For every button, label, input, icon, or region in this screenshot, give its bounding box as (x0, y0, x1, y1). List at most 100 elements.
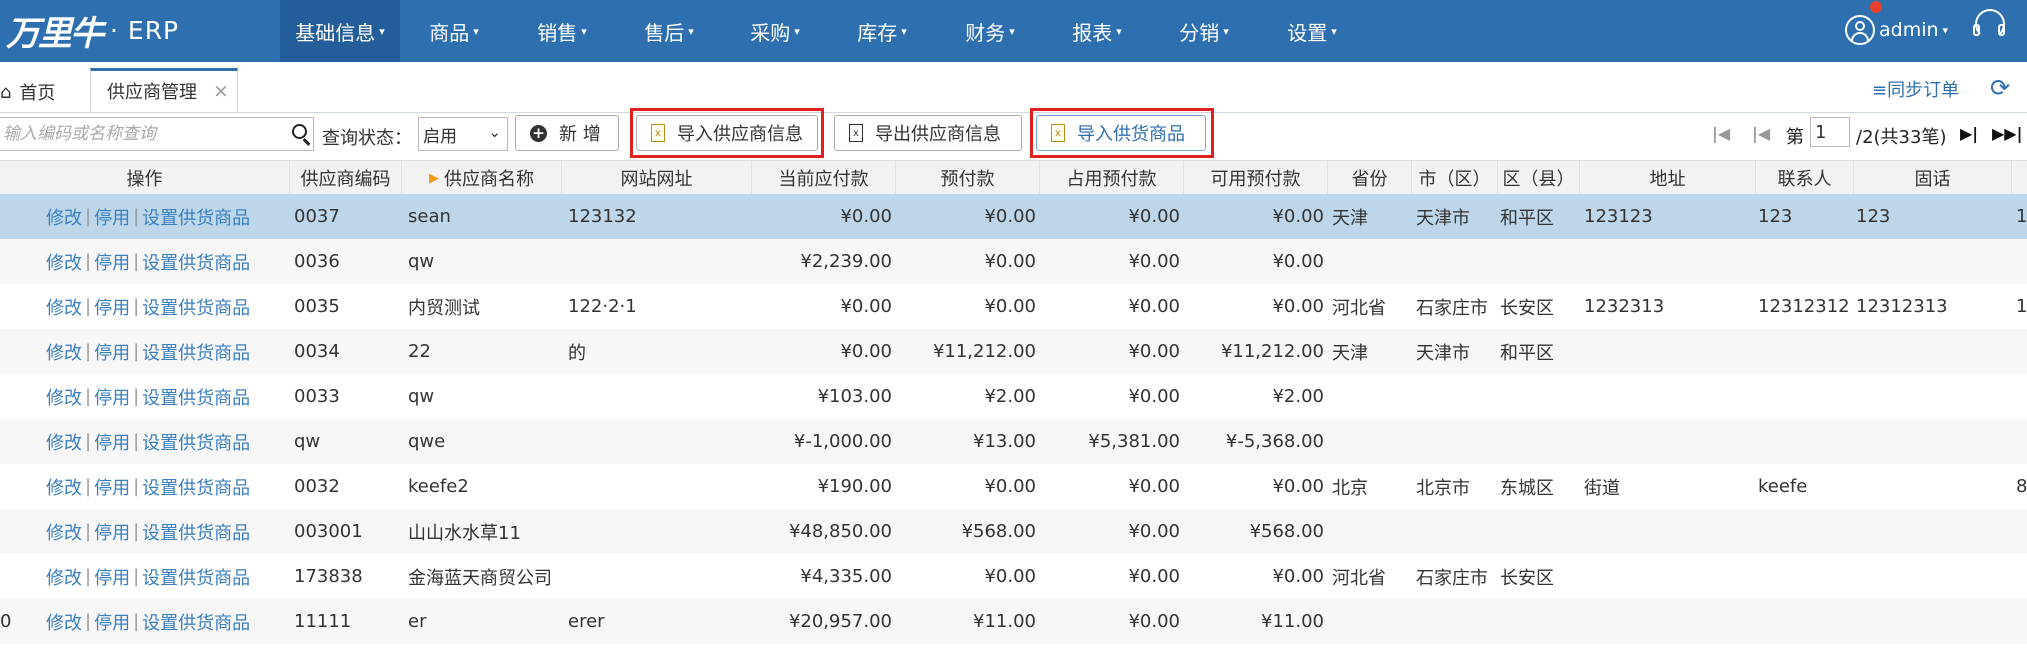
app-logo[interactable]: 万里牛 · ERP (6, 8, 179, 54)
nav-basic-info[interactable]: 基础信息 ▾ (280, 0, 400, 62)
set-supply-goods-link[interactable]: 设置供货商品 (142, 294, 250, 320)
disable-link[interactable]: 停用 (94, 384, 130, 410)
edit-link[interactable]: 修改 (46, 564, 82, 590)
edit-link[interactable]: 修改 (46, 249, 82, 275)
disable-link[interactable]: 停用 (94, 609, 130, 635)
row-actions: 修改 | 停用 | 设置供货商品 (46, 194, 290, 239)
edit-link[interactable]: 修改 (46, 474, 82, 500)
nav-settings[interactable]: 设置 ▾ (1258, 0, 1366, 62)
header-website[interactable]: 网站网址 (562, 161, 752, 195)
import-goods-button[interactable]: x 导入供货商品 (1036, 115, 1206, 151)
disable-link[interactable]: 停用 (94, 474, 130, 500)
edit-link[interactable]: 修改 (46, 294, 82, 320)
cell-avail: ¥-5,368.00 (1225, 431, 1324, 452)
header-phone[interactable]: 固话 (1854, 161, 2012, 195)
nav-label: 库存 (857, 20, 898, 45)
set-supply-goods-link[interactable]: 设置供货商品 (142, 384, 250, 410)
set-supply-goods-link[interactable]: 设置供货商品 (142, 249, 250, 275)
table-row[interactable]: 修改 | 停用 | 设置供货商品 173838 金海蓝天商贸公司 ¥4,335.00 ¥0.00… (0, 554, 2027, 599)
excel-file-icon: x (849, 124, 863, 142)
cell-contact (1758, 599, 1856, 644)
header-avail-prepay[interactable]: 可用预付款 (1184, 161, 1328, 195)
edit-link[interactable]: 修改 (46, 204, 82, 230)
next-page-icon[interactable]: ▶| (1960, 124, 1978, 143)
tab-supplier-management[interactable]: 供应商管理 × (90, 68, 238, 112)
disable-link[interactable]: 停用 (94, 519, 130, 545)
search-input[interactable] (0, 118, 287, 150)
nav-goods[interactable]: 商品 ▾ (400, 0, 508, 62)
table-row[interactable]: 修改 | 停用 | 设置供货商品 qw qwe ¥-1,000.00 ¥13.00 ¥5,381.… (0, 419, 2027, 464)
set-supply-goods-link[interactable]: 设置供货商品 (142, 609, 250, 635)
disable-link[interactable]: 停用 (94, 429, 130, 455)
disable-link[interactable]: 停用 (94, 204, 130, 230)
cell-prepay: ¥0.00 (984, 251, 1036, 272)
nav-after-sales[interactable]: 售后 ▾ (616, 0, 722, 62)
cell-extra (2016, 419, 2027, 464)
table-row[interactable]: 修改 | 停用 | 设置供货商品 0034 22 的 ¥0.00 ¥11,212.00 ¥0.00 ¥… (0, 329, 2027, 374)
header-name[interactable]: ▶ 供应商名称 (402, 161, 562, 195)
cell-payable: ¥48,850.00 (788, 521, 892, 542)
header-payable[interactable]: 当前应付款 (752, 161, 896, 195)
separator: | (85, 206, 92, 227)
disable-link[interactable]: 停用 (94, 339, 130, 365)
cell-address: 123123 (1584, 206, 1653, 227)
table-row[interactable]: 修改 | 停用 | 设置供货商品 003001 山山水水草11 ¥48,850.00 ¥568.… (0, 509, 2027, 554)
nav-distribution[interactable]: 分销 ▾ (1150, 0, 1258, 62)
search-icon[interactable] (292, 124, 307, 139)
table-row[interactable]: 修改 | 停用 | 设置供货商品 0037 sean 123132 ¥0.00 ¥0.00 ¥0.0… (0, 194, 2027, 239)
header-district[interactable]: 区（县） (1498, 161, 1580, 195)
edit-link[interactable]: 修改 (46, 429, 82, 455)
cell-code: 003001 (294, 521, 363, 542)
disable-link[interactable]: 停用 (94, 294, 130, 320)
table-row[interactable]: 修改 | 停用 | 设置供货商品 0033 qw ¥103.00 ¥2.00 ¥0.00 ¥2.00 (0, 374, 2027, 419)
disable-link[interactable]: 停用 (94, 249, 130, 275)
edit-link[interactable]: 修改 (46, 339, 82, 365)
nav-reports[interactable]: 报表 ▾ (1044, 0, 1150, 62)
header-used-prepay[interactable]: 占用预付款 (1040, 161, 1184, 195)
edit-link[interactable]: 修改 (46, 519, 82, 545)
close-icon[interactable]: × (213, 80, 229, 102)
header-code[interactable]: 供应商编码 (290, 161, 402, 195)
sync-orders-link[interactable]: ≡同步订单 (1872, 76, 1959, 102)
header-city[interactable]: 市（区） (1412, 161, 1498, 195)
cell-code: 0034 (294, 341, 340, 362)
status-select[interactable]: 启用 ⌄ (418, 117, 508, 151)
edit-link[interactable]: 修改 (46, 384, 82, 410)
nav-sales[interactable]: 销售 ▾ (508, 0, 616, 62)
set-supply-goods-link[interactable]: 设置供货商品 (142, 564, 250, 590)
page-number-input[interactable]: 1 (1810, 117, 1850, 147)
export-supplier-button[interactable]: x 导出供应商信息 (834, 115, 1022, 151)
header-prepay[interactable]: 预付款 (896, 161, 1040, 195)
last-page-icon[interactable]: ▶▶| (1992, 124, 2022, 143)
first-page-icon[interactable]: |◀ (1712, 124, 1730, 143)
set-supply-goods-link[interactable]: 设置供货商品 (142, 429, 250, 455)
set-supply-goods-link[interactable]: 设置供货商品 (142, 204, 250, 230)
cell-website (568, 239, 748, 284)
header-province[interactable]: 省份 (1328, 161, 1412, 195)
nav-inventory[interactable]: 库存 ▾ (828, 0, 936, 62)
header-address[interactable]: 地址 (1580, 161, 1756, 195)
user-menu[interactable]: admin ▾ (1845, 10, 1948, 50)
edit-link[interactable]: 修改 (46, 609, 82, 635)
header-contact[interactable]: 联系人 (1756, 161, 1854, 195)
separator: | (133, 206, 140, 227)
table-row[interactable]: 修改 | 停用 | 设置供货商品 0035 内贸测试 122·2·1 ¥0.00 ¥0.00 ¥0.… (0, 284, 2027, 329)
cell-prepay: ¥0.00 (984, 566, 1036, 587)
set-supply-goods-link[interactable]: 设置供货商品 (142, 339, 250, 365)
table-row[interactable]: 0 修改 | 停用 | 设置供货商品 11111 er erer ¥20,957.00 ¥11.00… (0, 599, 2027, 644)
set-supply-goods-link[interactable]: 设置供货商品 (142, 519, 250, 545)
plus-icon: + (530, 124, 547, 142)
set-supply-goods-link[interactable]: 设置供货商品 (142, 474, 250, 500)
add-button[interactable]: + 新 增 (515, 115, 619, 151)
import-supplier-button[interactable]: x 导入供应商信息 (636, 115, 818, 151)
table-row[interactable]: 修改 | 停用 | 设置供货商品 0036 qw ¥2,239.00 ¥0.00 ¥0.00 ¥0.… (0, 239, 2027, 284)
prev-page-icon[interactable]: |◀ (1752, 124, 1770, 143)
cell-prepay: ¥568.00 (961, 521, 1036, 542)
tab-home[interactable]: ⌂ 首页 (0, 72, 86, 112)
separator: | (85, 296, 92, 317)
nav-finance[interactable]: 财务 ▾ (936, 0, 1044, 62)
disable-link[interactable]: 停用 (94, 564, 130, 590)
refresh-icon[interactable]: ⟳ (1990, 74, 2010, 102)
nav-purchase[interactable]: 采购 ▾ (722, 0, 828, 62)
table-row[interactable]: 修改 | 停用 | 设置供货商品 0032 keefe2 ¥190.00 ¥0.00 ¥0.00 ¥… (0, 464, 2027, 509)
